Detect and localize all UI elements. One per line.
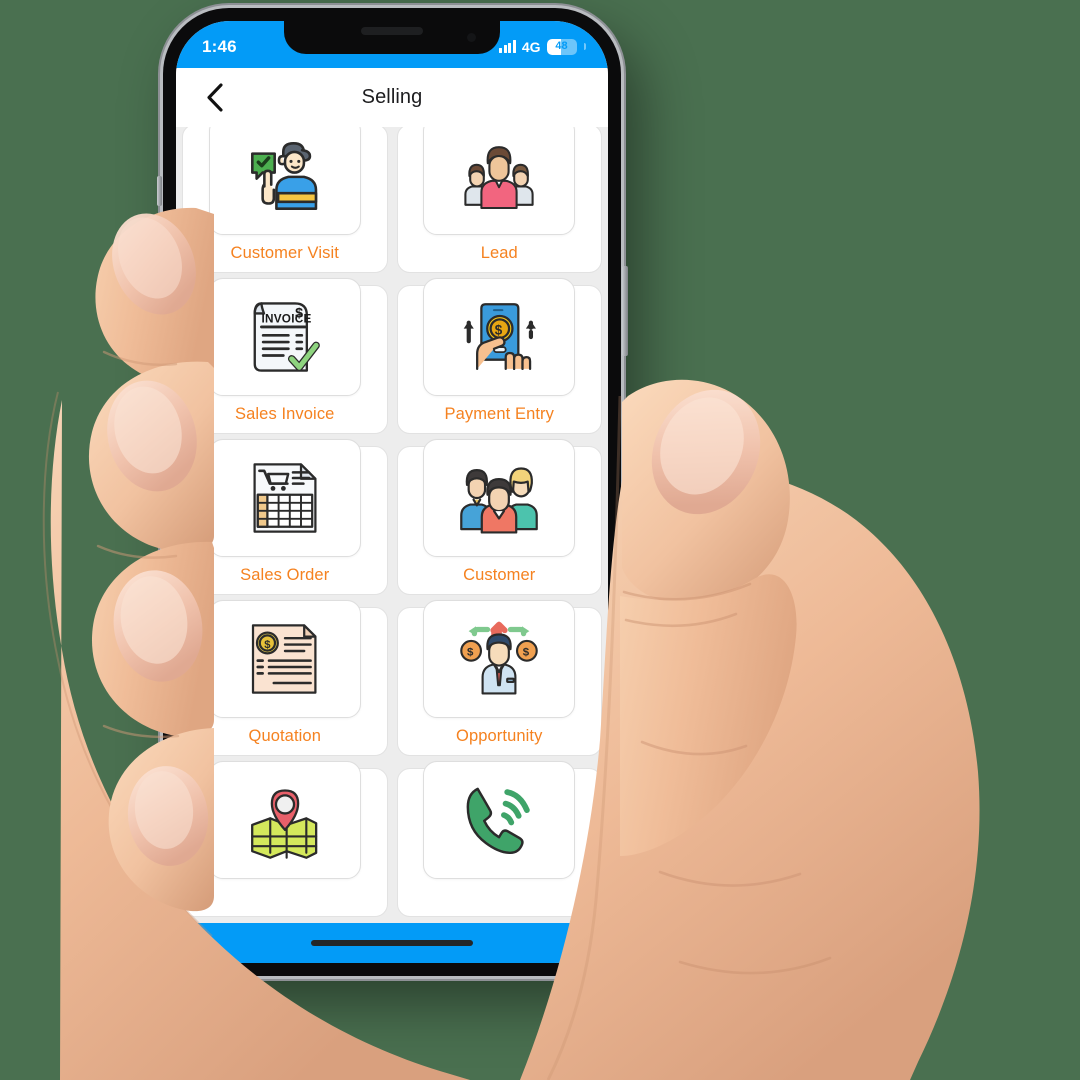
home-indicator[interactable] bbox=[311, 940, 473, 946]
sales-order-icon bbox=[253, 463, 317, 533]
svg-text:$: $ bbox=[495, 322, 503, 337]
sales-invoice-icon: INVOICE $ bbox=[253, 302, 320, 372]
phone-screen: 1:46 4G 48 Selling Customer Visit Lead I… bbox=[176, 21, 608, 963]
tile-icon-container bbox=[208, 761, 361, 879]
notch bbox=[284, 21, 500, 54]
lead-group-icon bbox=[464, 146, 534, 210]
tile-label: Payment Entry bbox=[444, 404, 554, 423]
svg-text:$: $ bbox=[467, 647, 474, 659]
tile-quotation[interactable]: $ Quotation bbox=[182, 600, 388, 756]
phone-device: 1:46 4G 48 Selling Customer Visit Lead I… bbox=[156, 4, 628, 980]
status-bar-clock: 1:46 bbox=[202, 37, 237, 56]
tile-lead[interactable]: Lead bbox=[396, 127, 602, 273]
quotation-icon: $ bbox=[251, 624, 317, 694]
tile-label: Sales Order bbox=[240, 565, 330, 584]
map-pin-icon bbox=[250, 789, 318, 859]
tile-icon-container bbox=[208, 127, 361, 235]
payment-entry-icon: $ bbox=[463, 303, 537, 371]
battery-icon: 48 bbox=[546, 38, 577, 55]
tile-label: Sales Invoice bbox=[235, 404, 335, 423]
tile-label: Customer Visit bbox=[230, 243, 339, 262]
battery-level-label: 48 bbox=[555, 40, 568, 52]
tile-label: Lead bbox=[480, 243, 518, 262]
tile-sales-invoice[interactable]: INVOICE $ Sales Invoice bbox=[182, 278, 388, 434]
tile-customer[interactable]: Customer bbox=[396, 439, 602, 595]
svg-text:INVOICE: INVOICE bbox=[261, 313, 311, 326]
signal-strength-icon bbox=[499, 40, 516, 53]
tile-icon-container: INVOICE $ bbox=[208, 278, 361, 396]
tile-label: Customer bbox=[463, 565, 536, 584]
svg-text:$: $ bbox=[295, 306, 303, 322]
nav-bar: Selling bbox=[176, 68, 608, 127]
front-camera-icon bbox=[467, 33, 476, 42]
opportunity-icon: $ $ bbox=[460, 621, 539, 695]
tile-icon-container bbox=[423, 761, 576, 879]
tile-map-location[interactable] bbox=[182, 761, 388, 917]
network-type-label: 4G bbox=[521, 38, 541, 55]
tile-icon-container bbox=[208, 439, 361, 557]
customer-visit-icon bbox=[250, 142, 317, 210]
customer-group-icon bbox=[460, 467, 539, 534]
phone-call-icon bbox=[466, 787, 530, 855]
silent-switch[interactable] bbox=[157, 176, 162, 206]
tile-icon-container bbox=[423, 439, 576, 557]
power-button[interactable] bbox=[622, 266, 628, 356]
tile-icon-container: $ $ bbox=[423, 600, 576, 718]
battery-cap-icon bbox=[583, 43, 586, 50]
svg-text:$: $ bbox=[523, 647, 530, 659]
home-bar-area bbox=[176, 923, 608, 963]
tile-payment-entry[interactable]: $ Payment Entry bbox=[396, 278, 602, 434]
chevron-left-icon bbox=[206, 83, 223, 112]
tile-icon-container bbox=[423, 127, 576, 235]
tile-opportunity[interactable]: $ $ Opportunity bbox=[396, 600, 602, 756]
page-title: Selling bbox=[361, 86, 423, 108]
tile-grid: Customer Visit Lead INVOICE $ Sales Invo… bbox=[176, 127, 608, 917]
status-bar-indicators: 4G 48 bbox=[499, 35, 586, 55]
tile-icon-container: $ bbox=[423, 278, 576, 396]
tile-icon-container: $ bbox=[208, 600, 361, 718]
tile-customer-visit[interactable]: Customer Visit bbox=[182, 127, 388, 273]
volume-down-button[interactable] bbox=[156, 310, 162, 368]
tile-list-scroll-area[interactable]: Customer Visit Lead INVOICE $ Sales Invo… bbox=[176, 127, 608, 923]
volume-up-button[interactable] bbox=[156, 236, 162, 294]
svg-text:$: $ bbox=[264, 639, 271, 651]
tile-label: Opportunity bbox=[456, 726, 543, 745]
back-button[interactable] bbox=[192, 76, 236, 120]
earpiece-speaker-icon bbox=[361, 27, 423, 35]
tile-phone-call[interactable] bbox=[396, 761, 602, 917]
tile-sales-order[interactable]: Sales Order bbox=[182, 439, 388, 595]
tile-label: Quotation bbox=[248, 726, 321, 745]
